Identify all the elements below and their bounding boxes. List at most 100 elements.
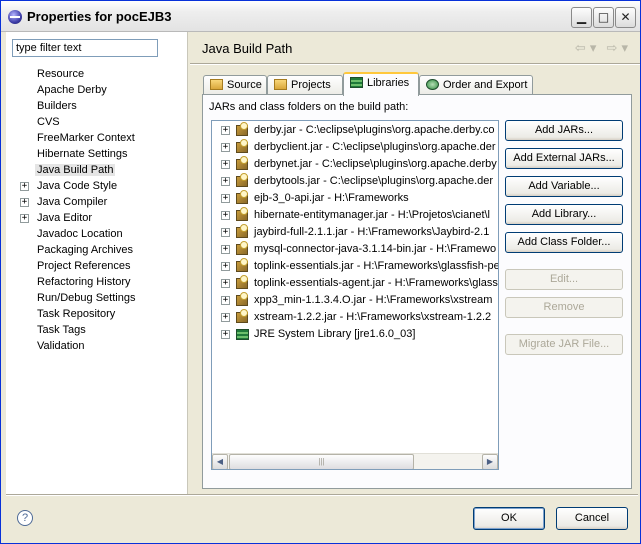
expand-icon[interactable]: + xyxy=(221,279,230,288)
expand-icon[interactable]: + xyxy=(221,245,230,254)
add-class-folder-button[interactable]: Add Class Folder... xyxy=(505,232,623,253)
jar-icon xyxy=(236,292,248,306)
add-library-button[interactable]: Add Library... xyxy=(505,204,623,225)
expand-icon[interactable]: + xyxy=(221,177,230,186)
library-row[interactable]: + derbynet.jar - C:\eclipse\plugins\org.a… xyxy=(212,156,498,173)
tree-item-label: Validation xyxy=(37,340,85,352)
expand-icon[interactable]: + xyxy=(221,262,230,271)
expand-icon[interactable]: + xyxy=(221,126,230,135)
expand-icon[interactable]: + xyxy=(221,143,230,152)
add-external-jars-button[interactable]: Add External JARs... xyxy=(505,148,623,169)
tree-item-label: Task Tags xyxy=(37,324,86,336)
filter-input[interactable] xyxy=(12,39,158,57)
tree-item[interactable]: CVS xyxy=(6,114,188,130)
tree-item[interactable]: Resource xyxy=(6,66,188,82)
title-bar[interactable]: Properties for pocEJB3 ▁ □ ✕ xyxy=(1,1,640,32)
tree-item[interactable]: FreeMarker Context xyxy=(6,130,188,146)
expand-icon[interactable]: + xyxy=(221,228,230,237)
jar-icon xyxy=(236,173,248,187)
jar-icon xyxy=(236,258,248,272)
horizontal-scrollbar[interactable]: ◀ ||| ▶ xyxy=(212,453,498,469)
expand-icon[interactable]: + xyxy=(221,194,230,203)
tab-order-and-export[interactable]: Order and Export xyxy=(419,75,533,95)
jar-icon xyxy=(236,275,248,289)
help-icon[interactable]: ? xyxy=(17,510,33,526)
close-button[interactable]: ✕ xyxy=(615,7,636,28)
tree-item-label: CVS xyxy=(37,116,60,128)
add-variable-button[interactable]: Add Variable... xyxy=(505,176,623,197)
scroll-thumb[interactable]: ||| xyxy=(229,454,414,469)
cancel-button[interactable]: Cancel xyxy=(556,507,628,530)
tree-item[interactable]: + Java Code Style xyxy=(6,178,188,194)
library-row[interactable]: + jaybird-full-2.1.1.jar - H:\Frameworks\… xyxy=(212,224,498,241)
tab-libraries[interactable]: Libraries xyxy=(343,72,419,96)
tree-item[interactable]: Refactoring History xyxy=(6,274,188,290)
tree-item[interactable]: Validation xyxy=(6,338,188,354)
library-row[interactable]: + derbyclient.jar - C:\eclipse\plugins\or… xyxy=(212,139,498,156)
eclipse-icon xyxy=(8,10,22,24)
libraries-list[interactable]: + derby.jar - C:\eclipse\plugins\org.apac… xyxy=(211,120,499,470)
expand-icon[interactable]: + xyxy=(221,330,230,339)
tree-item-label: Java Compiler xyxy=(37,196,108,208)
jar-icon xyxy=(236,309,248,323)
tree-item[interactable]: Task Repository xyxy=(6,306,188,322)
order-export-icon xyxy=(426,79,439,90)
expand-icon[interactable]: + xyxy=(221,296,230,305)
library-row[interactable]: + mysql-connector-java-3.1.14-bin.jar - H… xyxy=(212,241,498,258)
library-row[interactable]: + toplink-essentials-agent.jar - H:\Frame… xyxy=(212,275,498,292)
expand-icon[interactable]: + xyxy=(221,313,230,322)
properties-dialog: Properties for pocEJB3 ▁ □ ✕ Resource Apa… xyxy=(0,0,641,544)
title-separator xyxy=(190,63,640,65)
expand-icon[interactable]: + xyxy=(20,182,29,191)
tree-item[interactable]: Hibernate Settings xyxy=(6,146,188,162)
library-row[interactable]: + xpp3_min-1.1.3.4.O.jar - H:\Frameworks\… xyxy=(212,292,498,309)
forward-arrow-icon[interactable]: ⇨ ▾ xyxy=(606,41,628,56)
maximize-button[interactable]: □ xyxy=(593,7,614,28)
library-row[interactable]: + JRE System Library [jre1.6.0_03] xyxy=(212,326,498,343)
preference-tree: Resource Apache Derby Builders CVS FreeMarke… xyxy=(6,66,188,354)
preference-tree-pane: Resource Apache Derby Builders CVS FreeMarke… xyxy=(6,32,188,494)
minimize-button[interactable]: ▁ xyxy=(571,7,592,28)
tree-item[interactable]: Builders xyxy=(6,98,188,114)
libraries-icon xyxy=(350,77,363,88)
library-row[interactable]: + ejb-3_0-api.jar - H:\Frameworks xyxy=(212,190,498,207)
scroll-right-icon[interactable]: ▶ xyxy=(482,454,498,469)
expand-icon[interactable]: + xyxy=(20,198,29,207)
tab-projects[interactable]: Projects xyxy=(267,75,343,95)
tree-item[interactable]: Task Tags xyxy=(6,322,188,338)
expand-icon[interactable]: + xyxy=(221,160,230,169)
tree-item[interactable]: + Java Editor xyxy=(6,210,188,226)
tree-item[interactable]: + Java Compiler xyxy=(6,194,188,210)
scroll-left-icon[interactable]: ◀ xyxy=(212,454,228,469)
library-row[interactable]: + xstream-1.2.2.jar - H:\Frameworks\xstre… xyxy=(212,309,498,326)
remove-button[interactable]: Remove xyxy=(505,297,623,318)
add-jars-button[interactable]: Add JARs... xyxy=(505,120,623,141)
tree-item-label: Task Repository xyxy=(37,308,116,320)
library-label: toplink-essentials.jar - H:\Frameworks\g… xyxy=(254,260,499,272)
library-row[interactable]: + toplink-essentials.jar - H:\Frameworks\… xyxy=(212,258,498,275)
library-row[interactable]: + derbytools.jar - C:\eclipse\plugins\org… xyxy=(212,173,498,190)
back-arrow-icon[interactable]: ⇦ ▾ xyxy=(575,41,597,56)
tab-source[interactable]: Source xyxy=(203,75,267,95)
tree-item[interactable]: Packaging Archives xyxy=(6,242,188,258)
edit-button[interactable]: Edit... xyxy=(505,269,623,290)
expand-icon[interactable]: + xyxy=(20,214,29,223)
library-label: xpp3_min-1.1.3.4.O.jar - H:\Frameworks\x… xyxy=(254,294,493,306)
ok-button[interactable]: OK xyxy=(473,507,545,530)
source-folder-icon xyxy=(210,79,223,90)
expand-icon[interactable]: + xyxy=(221,211,230,220)
history-nav: ⇦ ▾ ⇨ ▾ xyxy=(565,41,628,56)
tree-item-label: Resource xyxy=(37,68,85,80)
tree-item[interactable]: Java Build Path xyxy=(6,162,188,178)
tree-item-label: Run/Debug Settings xyxy=(37,292,136,304)
library-row[interactable]: + hibernate-entitymanager.jar - H:\Projet… xyxy=(212,207,498,224)
tree-item[interactable]: Run/Debug Settings xyxy=(6,290,188,306)
migrate-jar-button[interactable]: Migrate JAR File... xyxy=(505,334,623,355)
library-row[interactable]: + derby.jar - C:\eclipse\plugins\org.apac… xyxy=(212,122,498,139)
jar-icon xyxy=(236,139,248,153)
tree-item[interactable]: Apache Derby xyxy=(6,82,188,98)
library-rows: + derby.jar - C:\eclipse\plugins\org.apac… xyxy=(212,121,498,343)
tree-item[interactable]: Project References xyxy=(6,258,188,274)
tree-item[interactable]: Javadoc Location xyxy=(6,226,188,242)
tree-item-label: Packaging Archives xyxy=(37,244,133,256)
